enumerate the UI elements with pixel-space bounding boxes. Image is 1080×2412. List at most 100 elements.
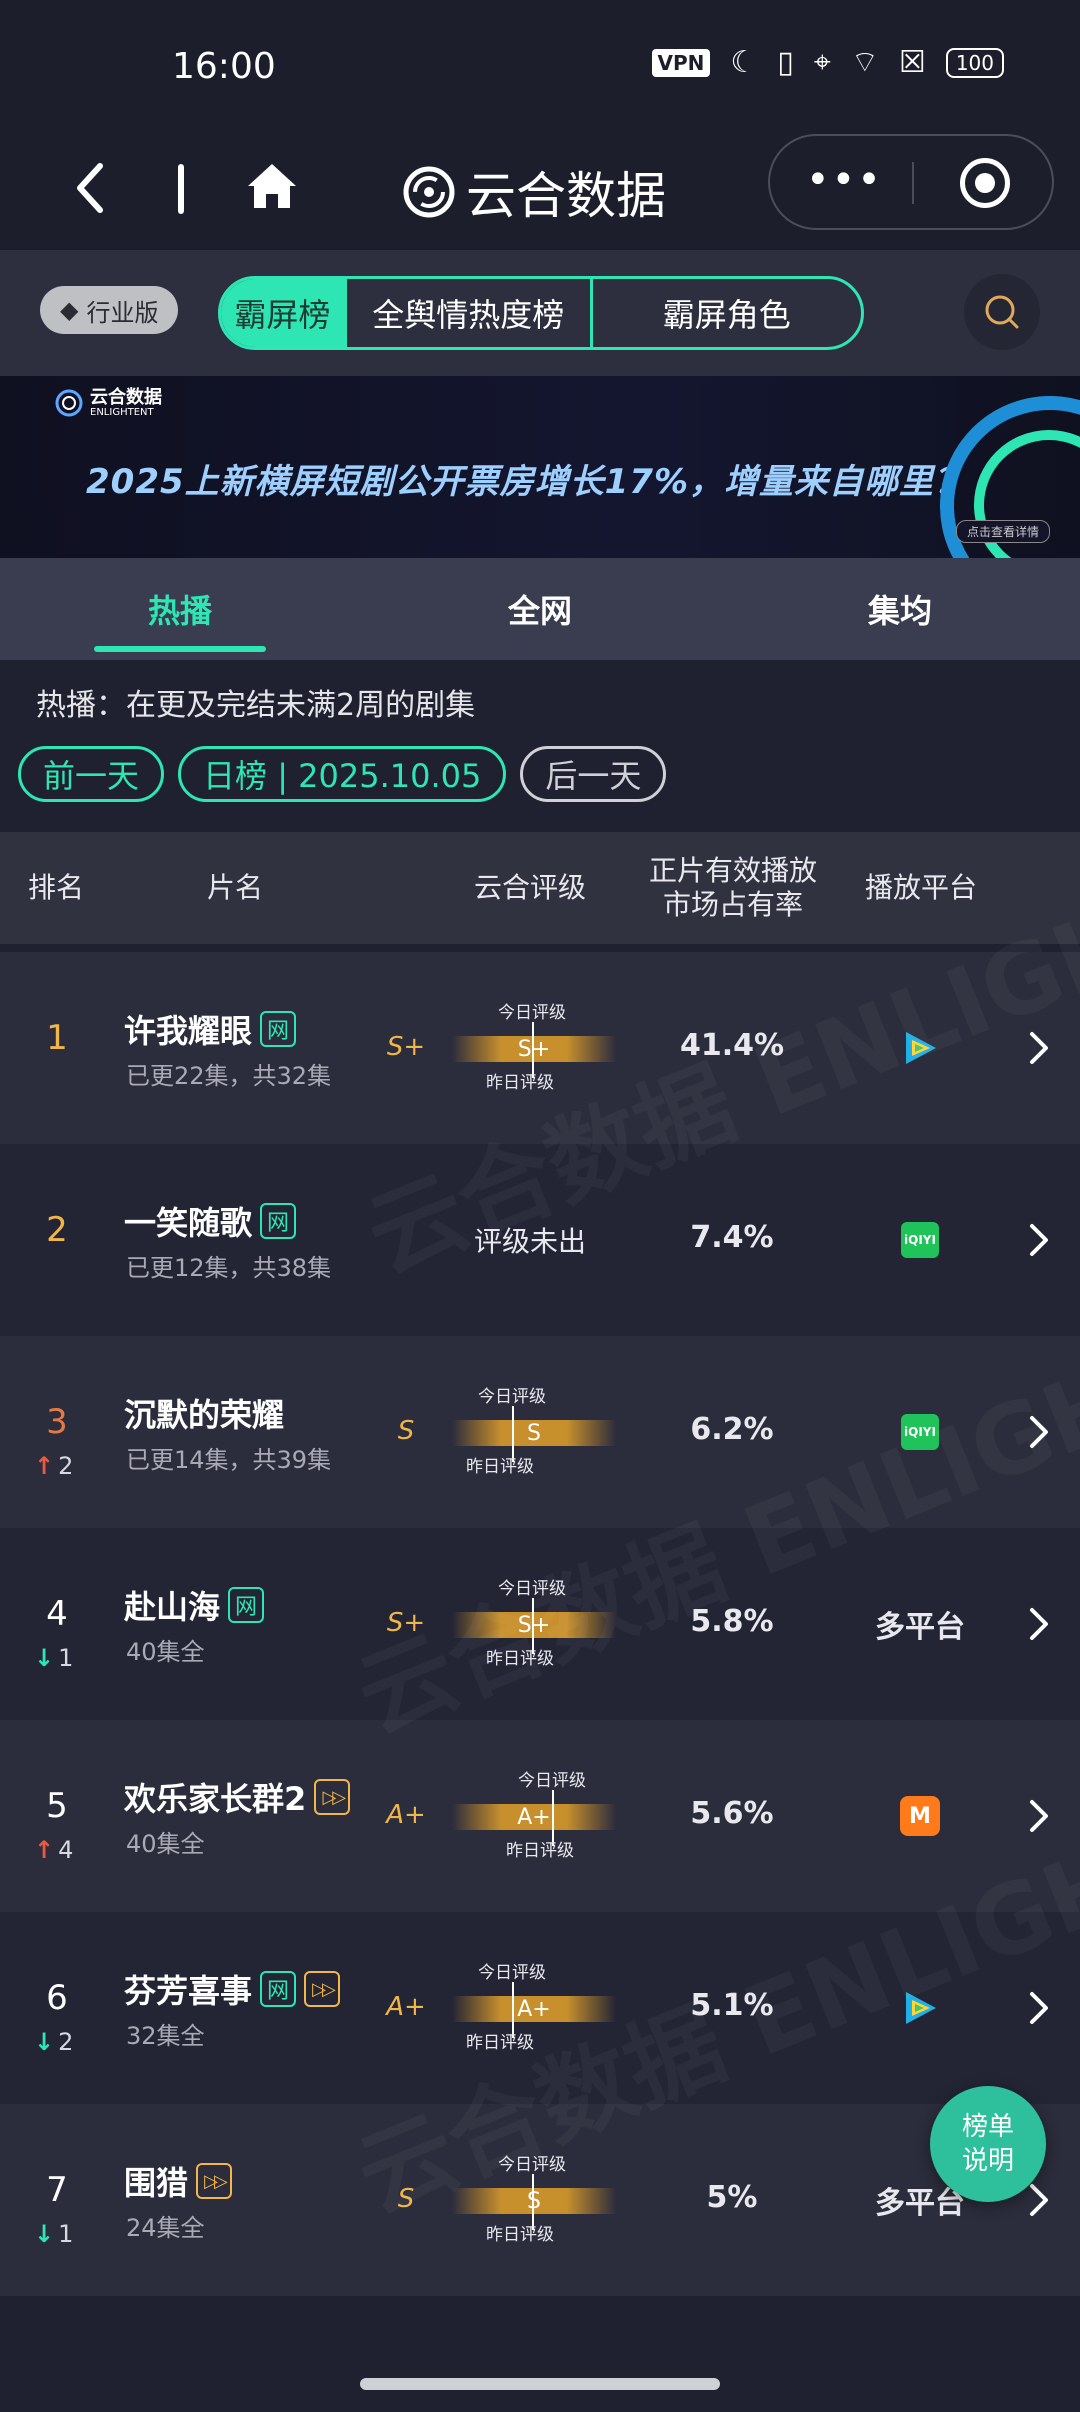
app-logo-icon bbox=[403, 166, 455, 218]
home-indicator[interactable] bbox=[360, 2378, 720, 2390]
market-share: 5.1% bbox=[690, 1988, 774, 2023]
show-title: 欢乐家长群2 bbox=[124, 1780, 307, 1818]
grade-code: S bbox=[397, 1416, 415, 1446]
show-title-line: 欢乐家长群2 ▷▷ bbox=[124, 1774, 351, 1820]
promo-banner[interactable]: 云合数据 ENLIGHTENT 2025上新横屏短剧公开票房增长17%，增量来自… bbox=[0, 376, 1080, 558]
platform-cell: 多平台 bbox=[852, 1598, 988, 1650]
grade-code: A+ bbox=[386, 1800, 426, 1830]
more-options-icon[interactable]: ••• bbox=[806, 160, 883, 200]
close-program-icon[interactable] bbox=[960, 158, 1010, 208]
tab-dominant-roles[interactable]: 霸屏角色 bbox=[589, 279, 861, 347]
chevron-right-icon[interactable] bbox=[1024, 1988, 1054, 2028]
chevron-right-icon[interactable] bbox=[1024, 1604, 1054, 1644]
top-tab-bar: ◆ 行业版 霸屏榜 全舆情热度榜 霸屏角色 bbox=[0, 250, 1080, 376]
arrow-down-icon: ↓ bbox=[34, 2220, 55, 2248]
episode-count: 已更14集，共39集 bbox=[126, 1446, 332, 1474]
search-icon[interactable] bbox=[964, 274, 1040, 350]
header-rating: 云合评级 bbox=[473, 871, 586, 904]
platform-cell bbox=[852, 1982, 988, 2034]
vpn-icon: VPN bbox=[651, 49, 711, 77]
header-platform: 播放平台 bbox=[864, 871, 977, 904]
arrow-down-icon: ↓ bbox=[34, 2028, 55, 2056]
rank-number: 1 bbox=[46, 1018, 68, 1058]
table-row[interactable]: 1 许我耀眼网已更22集，共32集 S+ 今日评级 S+ 昨日评级 41.4% bbox=[0, 952, 1080, 1144]
episode-count: 32集全 bbox=[126, 2022, 205, 2050]
next-day-button[interactable]: 后一天 bbox=[520, 746, 667, 802]
market-share: 6.2% bbox=[690, 1412, 774, 1447]
market-share: 5.6% bbox=[690, 1796, 774, 1831]
chevron-right-icon[interactable] bbox=[1024, 1028, 1054, 1068]
show-title-line: 芬芳喜事网 ▷▷ bbox=[124, 1966, 341, 2012]
table-row[interactable]: 3 ↑ 2 沉默的荣耀 已更14集，共39集 S 今日评级 S 昨日评级 6.2% iQIYI bbox=[0, 1336, 1080, 1528]
grade-yesterday-label: 昨日评级 bbox=[506, 1841, 574, 1861]
grade-today-label: 今日评级 bbox=[518, 1771, 586, 1791]
grade-yesterday-label: 昨日评级 bbox=[486, 1073, 554, 1093]
market-share: 7.4% bbox=[690, 1220, 774, 1255]
tab-sentiment-heat[interactable]: 全舆情热度榜 bbox=[343, 279, 590, 347]
ranking-type-tabs: 霸屏榜 全舆情热度榜 霸屏角色 bbox=[218, 276, 864, 350]
subtab-hot[interactable]: 热播 bbox=[0, 558, 360, 660]
nav-divider bbox=[178, 164, 184, 214]
chevron-right-icon[interactable] bbox=[1024, 1796, 1054, 1836]
mini-program-capsule: ••• bbox=[768, 134, 1054, 230]
date-selector[interactable]: 日榜 | 2025.10.05 bbox=[178, 746, 507, 802]
tab-screen-dominance[interactable]: 霸屏榜 bbox=[221, 279, 344, 347]
table-row[interactable]: 5 ↑ 4 欢乐家长群2 ▷▷ 40集全 A+ 今日评级 A+ 昨日评级 5.6% M bbox=[0, 1720, 1080, 1912]
market-share: 5% bbox=[706, 2180, 758, 2215]
table-header: 排名 片名 云合评级 正片有效播放 市场占有率 播放平台 bbox=[0, 832, 1080, 944]
grade-code: S bbox=[397, 2184, 415, 2214]
exclusive-play-icon: ▷▷ bbox=[314, 1779, 351, 1815]
rank-number: 4 bbox=[46, 1594, 68, 1634]
banner-logo-sub: ENLIGHTENT bbox=[90, 406, 154, 418]
show-title-line: 沉默的荣耀 bbox=[124, 1390, 284, 1436]
rank-trend: ↓ 1 bbox=[34, 2220, 73, 2248]
prev-day-button[interactable]: 前一天 bbox=[18, 746, 165, 802]
subtab-per-episode[interactable]: 集均 bbox=[720, 558, 1080, 660]
header-rank: 排名 bbox=[27, 871, 84, 904]
rank-number: 7 bbox=[46, 2170, 68, 2210]
iqiyi-icon: iQIYI bbox=[901, 1414, 939, 1450]
show-title: 赴山海 bbox=[124, 1588, 221, 1626]
nav-bar: 云合数据 ••• bbox=[0, 130, 1080, 250]
web-series-tag: 网 bbox=[228, 1587, 265, 1623]
nav-title: 云合数据 bbox=[402, 156, 666, 228]
tencent-video-icon bbox=[906, 1032, 936, 1064]
show-title: 沉默的荣耀 bbox=[124, 1396, 285, 1434]
table-row[interactable]: 2 一笑随歌网已更12集，共38集 评级未出 7.4% iQIYI bbox=[0, 1144, 1080, 1336]
back-icon[interactable] bbox=[70, 158, 110, 218]
chevron-right-icon[interactable] bbox=[1024, 2180, 1054, 2220]
subtab-all-network[interactable]: 全网 bbox=[360, 558, 720, 660]
banner-cta[interactable]: 点击查看详情 bbox=[956, 520, 1051, 543]
status-bar: 16:00 VPN ☾ ▯ ⌖ ⌔ ☒ 100 bbox=[0, 0, 1080, 130]
show-title-line: 围猎 ▷▷ bbox=[124, 2158, 233, 2204]
table-row[interactable]: 7 ↓ 1 围猎 ▷▷ 24集全 S 今日评级 S 昨日评级 5% 多平台 bbox=[0, 2104, 1080, 2296]
grade-today-label: 今日评级 bbox=[498, 2155, 566, 2175]
ranking-explanation-button[interactable]: 榜单 说明 bbox=[930, 2086, 1046, 2202]
web-series-tag: 网 bbox=[260, 1011, 297, 1047]
ranking-explanation-line2: 说明 bbox=[961, 2146, 1014, 2176]
rank-change: 1 bbox=[58, 1644, 74, 1672]
edition-badge[interactable]: ◆ 行业版 bbox=[40, 286, 179, 334]
banner-logo-text: 云合数据 bbox=[90, 386, 162, 408]
status-icons: VPN ☾ ▯ ⌖ ⌔ ☒ 100 bbox=[651, 45, 1004, 80]
episode-count: 已更22集，共32集 bbox=[126, 1062, 332, 1090]
grade-today-label: 今日评级 bbox=[478, 1963, 546, 1983]
edition-badge-label: 行业版 bbox=[86, 298, 159, 327]
table-row[interactable]: 6 ↓ 2 芬芳喜事网 ▷▷ 32集全 A+ 今日评级 A+ 昨日评级 5.1% bbox=[0, 1912, 1080, 2104]
chevron-right-icon[interactable] bbox=[1024, 1220, 1054, 1260]
grade-pending: 评级未出 bbox=[473, 1225, 586, 1258]
vibrate-icon: ▯ bbox=[777, 45, 794, 80]
rank-change: 4 bbox=[58, 1836, 74, 1864]
grade-bar: S bbox=[452, 1420, 616, 1446]
exclusive-play-icon: ▷▷ bbox=[196, 2163, 233, 2199]
chevron-right-icon[interactable] bbox=[1024, 1412, 1054, 1452]
rank-change: 2 bbox=[58, 1452, 74, 1480]
home-icon[interactable] bbox=[244, 158, 300, 214]
show-title: 许我耀眼 bbox=[124, 1012, 253, 1050]
grade-code: A+ bbox=[386, 1992, 426, 2022]
table-row[interactable]: 4 ↓ 1 赴山海网 40集全 S+ 今日评级 S+ 昨日评级 5.8% 多平台 bbox=[0, 1528, 1080, 1720]
grade-code: S+ bbox=[386, 1608, 426, 1638]
episode-count: 40集全 bbox=[126, 1830, 205, 1858]
header-title: 片名 bbox=[206, 871, 263, 904]
app-name: 云合数据 bbox=[466, 167, 666, 225]
